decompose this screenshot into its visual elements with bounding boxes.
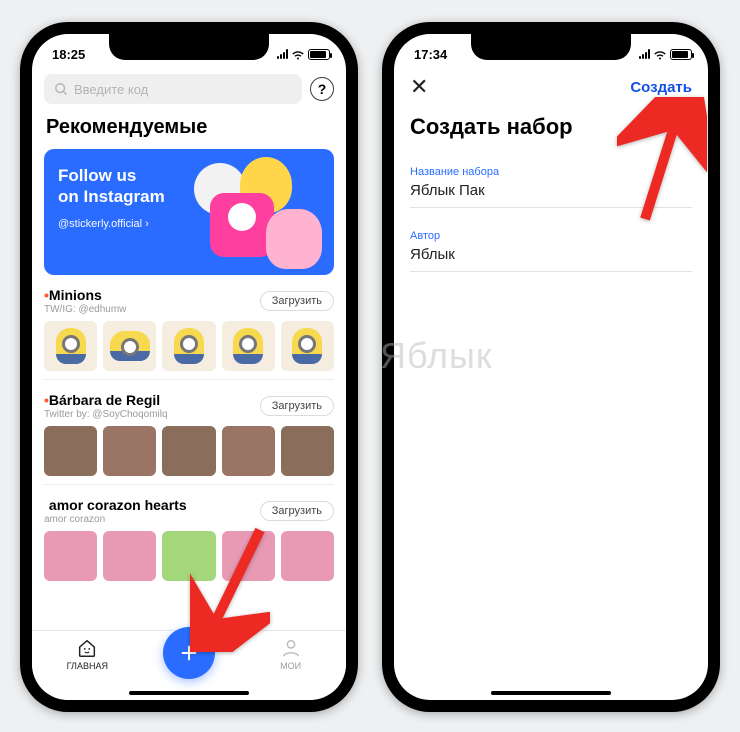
download-button[interactable]: Загрузить bbox=[260, 291, 334, 311]
download-button[interactable]: Загрузить bbox=[260, 396, 334, 416]
search-icon bbox=[54, 82, 68, 96]
pack-name: •amor corazon hearts bbox=[44, 497, 187, 513]
status-time: 18:25 bbox=[52, 47, 85, 62]
create-action[interactable]: Создать bbox=[630, 79, 692, 96]
sticker-pack[interactable]: •Minions TW/IG: @edhumw Загрузить bbox=[32, 285, 346, 390]
pack-thumbs bbox=[44, 531, 334, 581]
sticker-pack[interactable]: •amor corazon hearts amor corazon Загруз… bbox=[32, 495, 346, 585]
search-input[interactable]: Введите код bbox=[44, 74, 302, 104]
annotation-arrow bbox=[190, 522, 270, 657]
field-value: Яблык bbox=[410, 246, 692, 272]
pack-thumbs bbox=[44, 321, 334, 371]
status-icons bbox=[639, 49, 692, 60]
search-row: Введите код ? bbox=[32, 68, 346, 110]
close-button[interactable]: ✕ bbox=[410, 76, 428, 98]
status-time: 17:34 bbox=[414, 47, 447, 62]
pack-author: TW/IG: @edhumw bbox=[44, 304, 126, 315]
download-button[interactable]: Загрузить bbox=[260, 501, 334, 521]
tab-my-label: МОИ bbox=[280, 661, 301, 671]
sticker-pack[interactable]: •Bárbara de Regil Twitter by: @SoyChoqom… bbox=[32, 390, 346, 495]
annotation-arrow bbox=[617, 97, 707, 232]
screen-left: 18:25 Введите код ? Рекомендуемые Follow… bbox=[32, 34, 346, 700]
promo-banner[interactable]: Follow us on Instagram @stickerly.offici… bbox=[44, 149, 334, 275]
home-indicator bbox=[129, 691, 249, 695]
home-indicator bbox=[491, 691, 611, 695]
status-icons bbox=[277, 49, 330, 60]
tab-home[interactable]: ГЛАВНАЯ bbox=[52, 637, 122, 671]
pack-author: Twitter by: @SoyChoqomilq bbox=[44, 409, 168, 420]
person-icon bbox=[280, 637, 302, 659]
notch bbox=[109, 34, 269, 60]
notch bbox=[471, 34, 631, 60]
home-icon bbox=[76, 637, 98, 659]
pack-name: •Bárbara de Regil bbox=[44, 392, 168, 408]
pack-name: •Minions bbox=[44, 287, 126, 303]
signal-icon bbox=[639, 49, 650, 59]
tab-bar: ГЛАВНАЯ МОИ bbox=[32, 630, 346, 700]
signal-icon bbox=[277, 49, 288, 59]
help-button[interactable]: ? bbox=[310, 77, 334, 101]
pack-author: amor corazon bbox=[44, 514, 187, 525]
battery-icon bbox=[670, 49, 692, 60]
tab-home-label: ГЛАВНАЯ bbox=[67, 661, 108, 671]
pack-thumbs bbox=[44, 426, 334, 476]
phone-left: 18:25 Введите код ? Рекомендуемые Follow… bbox=[20, 22, 358, 712]
search-placeholder: Введите код bbox=[74, 82, 148, 97]
battery-icon bbox=[308, 49, 330, 60]
banner-stickers bbox=[188, 155, 328, 269]
section-title: Рекомендуемые bbox=[32, 110, 346, 149]
wifi-icon bbox=[653, 49, 667, 60]
wifi-icon bbox=[291, 49, 305, 60]
watermark: Яблык bbox=[380, 335, 493, 377]
